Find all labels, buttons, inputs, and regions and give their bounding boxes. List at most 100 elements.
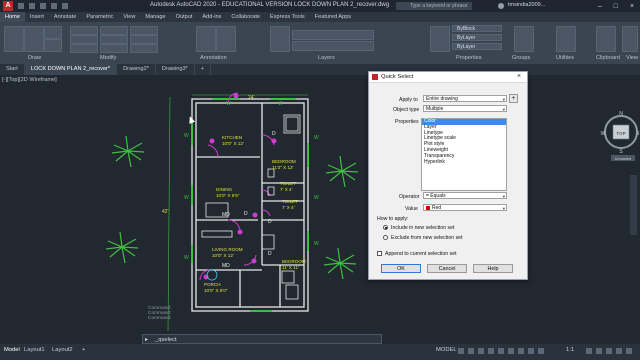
tab-parametric[interactable]: Parametric xyxy=(81,12,118,22)
list-item[interactable]: Hyperlink xyxy=(422,159,506,166)
navigation-bar[interactable] xyxy=(630,175,637,235)
layout-tab-layout1[interactable]: Layout1 xyxy=(24,347,45,353)
ok-button[interactable]: OK xyxy=(381,264,421,273)
search-input[interactable]: Type a keyword or phrase xyxy=(396,2,472,10)
move-tool-button[interactable] xyxy=(70,26,98,35)
quick-access-icons[interactable] xyxy=(18,3,108,9)
quick-select-dialog: Quick Select × Apply to Entire drawing ▾ … xyxy=(368,71,528,280)
tab-annotate[interactable]: Annotate xyxy=(49,12,81,22)
trim-tool-button[interactable] xyxy=(130,26,158,35)
layer-properties-button[interactable] xyxy=(270,26,290,52)
properties-list[interactable]: Color Layer Linetype Linetype scale Plot… xyxy=(421,118,507,191)
ribbon-tabs: Home Insert Annotate Parametric View Man… xyxy=(0,12,640,22)
tab-featured-apps[interactable]: Featured Apps xyxy=(310,12,356,22)
group-button[interactable] xyxy=(514,26,534,52)
maximize-icon[interactable]: □ xyxy=(614,3,618,10)
room-size: 11'3" X 12' xyxy=(272,165,294,170)
tab-collaborate[interactable]: Collaborate xyxy=(226,12,265,22)
panel-label-utilities: Utilities xyxy=(556,55,575,61)
room-name: TOILET xyxy=(282,199,298,204)
dialog-title: Quick Select xyxy=(381,74,414,80)
arc-tool-button[interactable] xyxy=(44,39,62,52)
line-tool-button[interactable] xyxy=(4,26,24,52)
dimension-tool-button[interactable] xyxy=(216,26,236,52)
object-type-select[interactable]: Multiple ▾ xyxy=(423,105,507,112)
window-mark: W xyxy=(226,101,231,107)
new-tab-button[interactable]: + xyxy=(195,64,212,75)
room-name: KITCHEN xyxy=(222,135,242,140)
circle-tool-button[interactable] xyxy=(44,26,62,39)
command-history: Command: Command: Command: xyxy=(148,306,172,321)
lineweight-dropdown[interactable]: ByLayer xyxy=(452,43,502,50)
color-dropdown[interactable]: ByBlock xyxy=(452,25,502,32)
app-logo-icon[interactable]: A xyxy=(3,1,13,11)
close-icon[interactable]: × xyxy=(517,73,521,80)
exclude-radio[interactable] xyxy=(383,235,388,240)
add-layout-button[interactable]: + xyxy=(82,347,85,353)
viewcube-north: N xyxy=(619,111,623,117)
tab-home[interactable]: Home xyxy=(0,12,25,22)
append-label[interactable]: Append to current selection set xyxy=(385,251,457,257)
layer-tools[interactable] xyxy=(292,41,374,51)
doc-tab-lock-down-plan[interactable]: LOCK DOWN PLAN 2_recover* xyxy=(24,64,118,75)
paste-button[interactable] xyxy=(596,26,616,52)
doc-tab-drawing3[interactable]: Drawing3* xyxy=(156,64,195,75)
title-bar: A Autodesk AutoCAD 2020 - EDUCATIONAL VE… xyxy=(0,0,640,12)
match-properties-button[interactable] xyxy=(430,26,450,52)
tab-manage[interactable]: Manage xyxy=(140,12,170,22)
user-icon[interactable] xyxy=(498,3,504,9)
layer-dropdown[interactable] xyxy=(292,30,374,40)
window-controls: – □ × xyxy=(592,0,640,12)
measure-button[interactable] xyxy=(556,26,576,52)
polyline-tool-button[interactable] xyxy=(24,26,44,52)
model-space-toggle[interactable]: MODEL xyxy=(436,347,457,353)
command-line-input[interactable]: ▸ _qselect xyxy=(142,334,382,344)
status-right-icons[interactable] xyxy=(586,348,636,355)
close-icon[interactable]: × xyxy=(630,3,634,10)
room-name: LIVING ROOM xyxy=(212,247,243,252)
dialog-title-bar[interactable]: Quick Select × xyxy=(369,72,527,83)
operator-select[interactable]: = Equals ▾ xyxy=(423,192,507,199)
array-tool-button[interactable] xyxy=(130,44,158,53)
ribbon: ByBlock ByLayer ByLayer Draw Modify Anno… xyxy=(0,22,640,64)
stretch-tool-button[interactable] xyxy=(70,44,98,53)
cancel-button[interactable]: Cancel xyxy=(427,264,467,273)
doc-tab-drawing2[interactable]: Drawing2* xyxy=(117,64,156,75)
viewcube[interactable]: N S W E TOP Unnamed xyxy=(595,105,640,165)
value-select[interactable]: Red ▾ xyxy=(423,204,507,211)
drawing-viewport[interactable]: [-][Top][2D Wireframe] 24' 42' KITCHEN 1… xyxy=(0,75,640,344)
view-button[interactable] xyxy=(622,26,638,52)
include-radio[interactable] xyxy=(383,225,388,230)
doc-tab-start[interactable]: Start xyxy=(0,64,25,75)
tab-output[interactable]: Output xyxy=(171,12,198,22)
fillet-tool-button[interactable] xyxy=(130,35,158,44)
linetype-dropdown[interactable]: ByLayer xyxy=(452,34,502,41)
rotate-tool-button[interactable] xyxy=(100,26,128,35)
panel-label-view: View xyxy=(626,55,639,61)
minimize-icon[interactable]: – xyxy=(598,3,602,10)
tab-express-tools[interactable]: Express Tools xyxy=(265,12,310,22)
layout-tab-layout2[interactable]: Layout2 xyxy=(52,347,73,353)
copy-tool-button[interactable] xyxy=(70,35,98,44)
tab-insert[interactable]: Insert xyxy=(25,12,49,22)
door-tag: D xyxy=(272,131,276,137)
user-name[interactable]: tmsindia2009... xyxy=(508,2,545,8)
status-tool-icons[interactable] xyxy=(458,348,558,355)
door-tag: D xyxy=(244,211,248,217)
mirror-tool-button[interactable] xyxy=(100,35,128,44)
help-button[interactable]: Help xyxy=(473,264,513,273)
annotation-scale[interactable]: 1:1 xyxy=(566,347,574,353)
viewcube-south: S xyxy=(619,149,623,155)
room-size: 7' X 4' xyxy=(280,187,293,192)
room-name: BEDROOM xyxy=(282,259,306,264)
tab-add-ins[interactable]: Add-ins xyxy=(197,12,226,22)
layout-tab-model[interactable]: Model xyxy=(4,347,20,353)
scale-tool-button[interactable] xyxy=(100,44,128,53)
tab-view[interactable]: View xyxy=(118,12,140,22)
append-checkbox[interactable] xyxy=(377,251,382,256)
text-tool-button[interactable] xyxy=(196,26,216,52)
apply-to-select[interactable]: Entire drawing ▾ xyxy=(423,95,507,102)
select-objects-button[interactable]: + xyxy=(509,94,518,103)
exclude-label[interactable]: Exclude from new selection set xyxy=(391,235,463,241)
include-label[interactable]: Include in new selection set xyxy=(391,225,454,231)
